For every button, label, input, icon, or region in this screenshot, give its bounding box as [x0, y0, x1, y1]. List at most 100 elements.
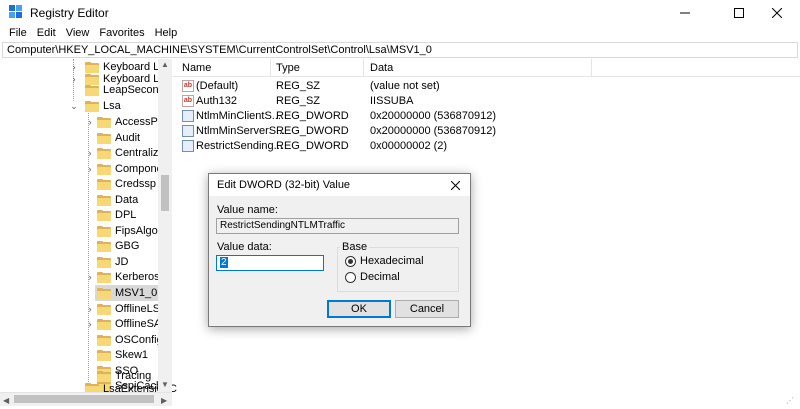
- folder-icon: [97, 349, 111, 361]
- chevron-right-icon[interactable]: ›: [85, 272, 95, 282]
- scroll-down-icon[interactable]: ▼: [161, 380, 169, 389]
- minimize-icon: [680, 12, 690, 13]
- list-header: Name Type Data: [173, 59, 800, 77]
- value-row[interactable]: RestrictSending... REG_DWORD 0x00000002 …: [173, 138, 800, 154]
- tree-item[interactable]: DPL: [97, 207, 136, 223]
- column-divider[interactable]: [591, 59, 592, 77]
- dialog-close-button[interactable]: [447, 177, 463, 193]
- string-value-icon: ab: [182, 80, 194, 92]
- folder-icon: [97, 225, 111, 237]
- tree-item[interactable]: JD: [97, 254, 128, 270]
- folder-icon: [97, 334, 111, 346]
- registry-editor-icon: [9, 5, 22, 18]
- base-label: Base: [340, 241, 370, 253]
- tree-item-msv1-0[interactable]: MSV1_0: [95, 285, 158, 301]
- cancel-button[interactable]: Cancel: [395, 300, 459, 318]
- edit-dword-dialog: Edit DWORD (32-bit) Value Value name: Re…: [208, 173, 471, 327]
- menu-favorites[interactable]: Favorites: [94, 25, 149, 41]
- folder-icon: [97, 116, 111, 128]
- folder-icon: [97, 178, 111, 190]
- value-data-input[interactable]: 2: [216, 255, 324, 271]
- dword-value-icon: [182, 110, 194, 122]
- folder-icon: [97, 370, 111, 382]
- value-name-label: Value name:: [217, 204, 278, 216]
- chevron-right-icon[interactable]: ›: [85, 304, 95, 314]
- decimal-radio[interactable]: [345, 272, 356, 283]
- menu-file[interactable]: File: [4, 25, 32, 41]
- window-title: Registry Editor: [30, 6, 109, 20]
- folder-icon: [97, 132, 111, 144]
- dword-value-icon: [182, 125, 194, 137]
- column-header-data[interactable]: Data: [370, 62, 393, 74]
- tree-vertical-scrollbar[interactable]: [158, 59, 172, 392]
- value-data-label: Value data:: [217, 241, 272, 253]
- ok-button[interactable]: OK: [327, 300, 391, 318]
- value-row[interactable]: NtlmMinServerS... REG_DWORD 0x20000000 (…: [173, 123, 800, 139]
- maximize-icon: [734, 7, 744, 18]
- chevron-right-icon[interactable]: ›: [85, 117, 95, 127]
- tree-item[interactable]: OfflineLSA: [97, 301, 167, 317]
- value-row[interactable]: ab Auth132 REG_SZ IISSUBA: [173, 93, 800, 109]
- decimal-label[interactable]: Decimal: [360, 271, 400, 283]
- folder-icon: [97, 147, 111, 159]
- tree-item[interactable]: Skew1: [97, 347, 148, 363]
- value-name-field: RestrictSendingNTLMTraffic: [216, 218, 459, 234]
- column-divider[interactable]: [270, 59, 271, 77]
- tree-item[interactable]: Kerberos: [97, 269, 160, 285]
- column-header-name[interactable]: Name: [182, 62, 211, 74]
- tree-item[interactable]: OSConfig: [97, 332, 163, 348]
- hexadecimal-label[interactable]: Hexadecimal: [360, 255, 424, 267]
- tree-item[interactable]: Tracing: [97, 368, 151, 384]
- folder-open-icon: [85, 100, 99, 112]
- close-icon: [772, 7, 782, 18]
- column-header-type[interactable]: Type: [276, 62, 300, 74]
- chevron-down-icon[interactable]: ⌄: [69, 101, 79, 111]
- menu-view[interactable]: View: [61, 25, 95, 41]
- scroll-up-icon[interactable]: ▲: [161, 60, 169, 69]
- folder-icon: [97, 287, 111, 299]
- horizontal-scroll-thumb[interactable]: [14, 395, 154, 403]
- key-tree: Keyboard Layo › Keyboard Layo › LeapSeco…: [0, 59, 172, 392]
- string-value-icon: ab: [182, 95, 194, 107]
- chevron-right-icon[interactable]: ›: [69, 62, 79, 72]
- value-row[interactable]: NtlmMinClientS... REG_DWORD 0x20000000 (…: [173, 108, 800, 124]
- folder-icon: [97, 163, 111, 175]
- folder-icon: [97, 240, 111, 252]
- dialog-title-bar: Edit DWORD (32-bit) Value: [209, 174, 470, 196]
- dword-value-icon: [182, 140, 194, 152]
- value-row[interactable]: ab (Default) REG_SZ (value not set): [173, 78, 800, 94]
- folder-icon: [97, 194, 111, 206]
- tree-item[interactable]: Data: [97, 192, 138, 208]
- menu-help[interactable]: Help: [150, 25, 183, 41]
- resize-grip-icon[interactable]: ⋰: [786, 396, 794, 405]
- folder-icon: [85, 383, 99, 392]
- tree-scroll-thumb[interactable]: [161, 175, 169, 211]
- column-divider[interactable]: [363, 59, 364, 77]
- menu-edit[interactable]: Edit: [32, 25, 61, 41]
- scroll-left-icon[interactable]: ◀: [3, 396, 9, 405]
- chevron-right-icon[interactable]: ›: [85, 319, 95, 329]
- scroll-right-icon[interactable]: ▶: [161, 396, 167, 405]
- title-bar: Registry Editor: [0, 0, 800, 25]
- value-data-text: 2: [220, 257, 228, 268]
- base-groupbox: [337, 247, 459, 292]
- tree-item-lsa[interactable]: Lsa: [85, 98, 121, 114]
- chevron-right-icon[interactable]: ›: [85, 148, 95, 158]
- chevron-right-icon[interactable]: ›: [69, 74, 79, 84]
- dialog-title: Edit DWORD (32-bit) Value: [217, 179, 351, 191]
- folder-icon: [97, 256, 111, 268]
- tree-item[interactable]: Credssp: [97, 176, 156, 192]
- folder-icon: [97, 303, 111, 315]
- folder-icon: [97, 209, 111, 221]
- tree-item[interactable]: GBG: [97, 238, 139, 254]
- minimize-button[interactable]: [662, 0, 708, 25]
- address-bar[interactable]: Computer\HKEY_LOCAL_MACHINE\SYSTEM\Curre…: [2, 42, 798, 58]
- hexadecimal-radio[interactable]: [345, 256, 356, 267]
- folder-icon: [97, 271, 111, 283]
- folder-icon: [85, 84, 99, 96]
- chevron-right-icon[interactable]: ›: [85, 164, 95, 174]
- folder-icon: [97, 318, 111, 330]
- close-button[interactable]: [754, 0, 800, 25]
- tree-item[interactable]: Audit: [97, 130, 140, 146]
- close-icon: [450, 180, 460, 190]
